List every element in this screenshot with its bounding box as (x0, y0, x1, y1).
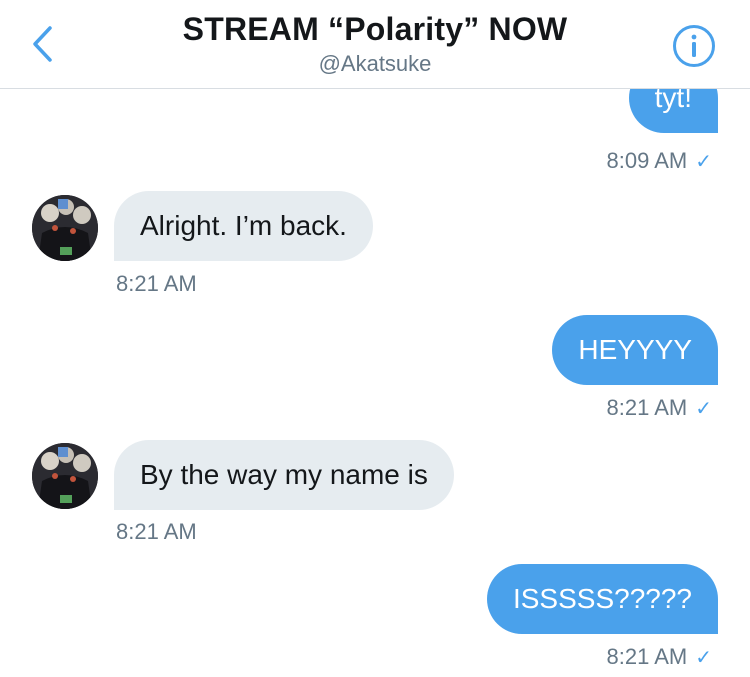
conversation-title: STREAM “Polarity” NOW (182, 11, 568, 47)
message-timestamp: 8:21 AM ✓ (607, 395, 712, 422)
message-text: tyt! (654, 89, 692, 113)
read-check-icon: ✓ (695, 398, 712, 420)
message-text: By the way my name is (140, 459, 428, 490)
message-timestamp: 8:21 AM (116, 519, 197, 545)
conversation-handle: @Akatsuke (318, 51, 432, 76)
message-bubble-outgoing[interactable]: ISSSSS????? (486, 564, 718, 634)
message-timestamp: 8:21 AM (116, 271, 197, 297)
avatar[interactable] (32, 443, 98, 509)
message-time: 8:21 AM (116, 519, 197, 544)
message-time: 8:21 AM (606, 644, 688, 669)
message-timestamp: 8:09 AM ✓ (607, 148, 712, 175)
read-check-icon: ✓ (695, 647, 712, 669)
info-icon (673, 25, 715, 67)
message-text: Alright. I’m back. (140, 210, 347, 241)
message-text: HEYYYY (578, 334, 692, 365)
conversation-title-block: STREAM “Polarity” NOW @Akatsuke (0, 10, 750, 78)
message-bubble-outgoing[interactable]: tyt! (628, 89, 718, 133)
avatar-image (32, 443, 98, 509)
message-bubble-outgoing[interactable]: HEYYYY (552, 315, 718, 385)
message-time: 8:21 AM (116, 271, 197, 296)
message-text: ISSSSS????? (512, 583, 692, 614)
message-bubble-incoming[interactable]: By the way my name is (114, 440, 454, 510)
message-thread[interactable]: tyt! 8:09 AM ✓ Alright. I’m back. 8:21 AM… (0, 89, 750, 677)
message-time: 8:09 AM (606, 148, 688, 173)
avatar[interactable] (32, 195, 98, 261)
read-check-icon: ✓ (695, 151, 712, 173)
message-timestamp: 8:21 AM ✓ (607, 644, 712, 671)
conversation-header: STREAM “Polarity” NOW @Akatsuke (0, 0, 750, 89)
info-button[interactable] (672, 24, 716, 68)
message-time: 8:21 AM (606, 395, 688, 420)
avatar-image (32, 195, 98, 261)
message-bubble-incoming[interactable]: Alright. I’m back. (114, 191, 373, 261)
